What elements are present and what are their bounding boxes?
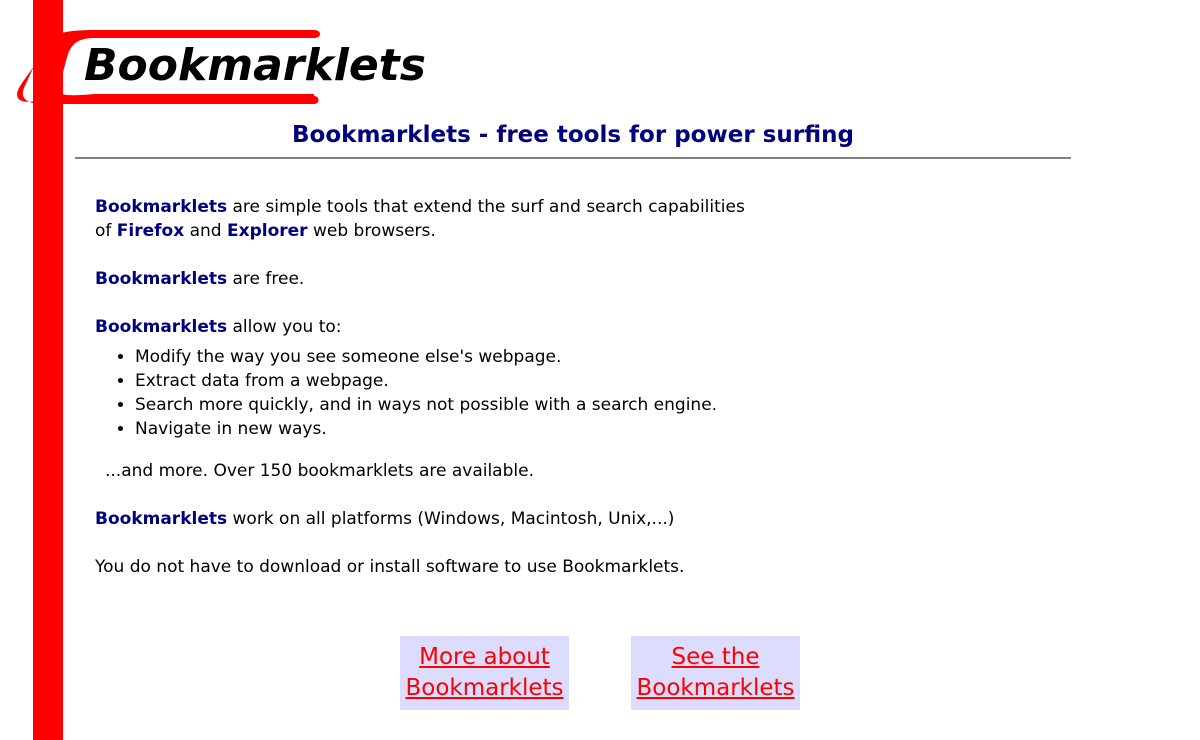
free-text: are free. — [227, 269, 305, 289]
see-the-bookmarklets-link[interactable]: See the Bookmarklets — [631, 636, 800, 710]
left-red-bar — [33, 0, 63, 740]
keyword-bookmarklets: Bookmarklets — [95, 197, 228, 217]
more-about-line2: Bookmarklets — [405, 675, 564, 701]
intro-text-1: are simple tools that extend the surf an… — [227, 197, 745, 217]
page-title: Bookmarklets - free tools for power surf… — [292, 122, 854, 148]
intro-paragraph: Bookmarklets are simple tools that exten… — [95, 195, 855, 243]
site-logo[interactable]: Bookmarklets — [14, 26, 426, 110]
more-about-bookmarklets-link[interactable]: More about Bookmarklets — [400, 636, 569, 710]
see-the-line2: Bookmarklets — [636, 675, 795, 701]
list-item: Modify the way you see someone else's we… — [135, 345, 855, 369]
more-paragraph: ...and more. Over 150 bookmarklets are a… — [105, 461, 534, 481]
allow-paragraph: Bookmarklets allow you to: — [95, 315, 855, 339]
intro-text-3: and — [184, 221, 227, 241]
more-about-line1: More about — [419, 644, 550, 670]
page: Bookmarklets Bookmarklets - free tools f… — [0, 0, 1200, 740]
main-content: Bookmarklets are simple tools that exten… — [95, 195, 855, 603]
allow-text: allow you to: — [227, 317, 342, 337]
intro-text-2: of — [95, 221, 117, 241]
intro-text-4: web browsers. — [307, 221, 436, 241]
no-install-paragraph: You do not have to download or install s… — [95, 557, 685, 577]
keyword-bookmarklets: Bookmarklets — [95, 317, 228, 337]
feature-list: Modify the way you see someone else's we… — [95, 345, 855, 441]
keyword-explorer: Explorer — [227, 221, 308, 241]
platforms-text: work on all platforms (Windows, Macintos… — [227, 509, 675, 529]
see-the-label: See the Bookmarklets — [636, 642, 794, 704]
free-paragraph: Bookmarklets are free. — [95, 267, 855, 291]
keyword-firefox: Firefox — [116, 221, 185, 241]
more-about-label: More about Bookmarklets — [405, 642, 563, 704]
keyword-bookmarklets: Bookmarklets — [95, 509, 228, 529]
title-divider — [75, 157, 1071, 159]
logo-text: Bookmarklets — [84, 40, 426, 91]
list-item: Search more quickly, and in ways not pos… — [135, 393, 855, 417]
list-item: Navigate in new ways. — [135, 417, 855, 441]
keyword-bookmarklets: Bookmarklets — [95, 269, 228, 289]
platforms-paragraph: Bookmarklets work on all platforms (Wind… — [95, 507, 855, 531]
see-the-line1: See the — [671, 644, 760, 670]
list-item: Extract data from a webpage. — [135, 369, 855, 393]
